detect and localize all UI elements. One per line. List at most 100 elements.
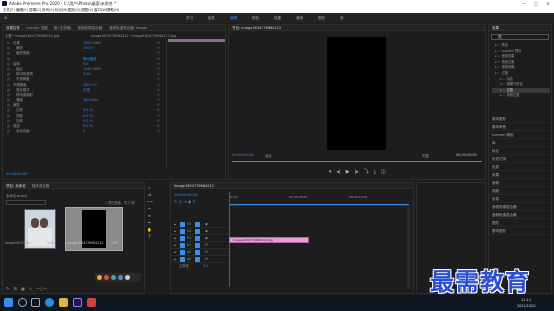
sync-lock-icon[interactable] xyxy=(195,243,200,248)
panel-item[interactable]: Lumetri 颜色 xyxy=(489,131,553,139)
panel-tab[interactable]: 媒体浏览器 xyxy=(29,183,53,188)
premiere-icon[interactable] xyxy=(73,298,82,307)
eye-icon[interactable]: ◉ xyxy=(205,221,208,228)
export-frame-icon[interactable]: ◫ xyxy=(381,169,386,175)
workspace-tab[interactable]: 组件 xyxy=(208,14,215,22)
lock-icon[interactable]: 🔒︎ xyxy=(174,235,176,242)
panel-tab[interactable]: 音频剪辑混合器: xyxy=(75,25,107,30)
lock-icon[interactable]: 🔒︎ xyxy=(174,242,176,249)
windows-start-icon[interactable] xyxy=(4,298,13,307)
timeline-tab[interactable]: Image1634776984212 xyxy=(171,183,217,188)
ec-timecode[interactable]: 00:00:00:00 xyxy=(6,172,27,176)
track-target[interactable] xyxy=(180,236,185,241)
track-target[interactable] xyxy=(180,243,185,248)
freeform-icon[interactable]: ◇ xyxy=(29,286,32,291)
step-back-icon[interactable]: ◂| xyxy=(337,169,341,175)
task-view-icon[interactable] xyxy=(31,298,40,307)
mute-icon[interactable]: M xyxy=(205,242,208,249)
panel-item[interactable]: 音频剪辑混合器 xyxy=(489,203,553,211)
panel-item[interactable]: 信息 xyxy=(489,195,553,203)
tray-icon-3[interactable] xyxy=(111,275,116,280)
resolution-select[interactable]: 完整 xyxy=(422,153,429,158)
panel-tab[interactable]: 节目: Image1634776984212 xyxy=(229,25,284,30)
master-track[interactable]: 主声道 0.0 xyxy=(171,263,229,270)
ripple-edit-icon[interactable]: ⟷ xyxy=(147,199,153,204)
hand-icon[interactable]: ✋ xyxy=(147,227,152,232)
list-view-icon[interactable]: ☰ xyxy=(13,286,17,291)
track-target[interactable] xyxy=(180,222,185,227)
minimize-button[interactable]: — xyxy=(519,0,529,7)
tray-icon-4[interactable] xyxy=(118,275,123,280)
lock-icon[interactable]: 🔒︎ xyxy=(174,256,176,263)
eye-icon[interactable]: ◉ xyxy=(205,228,208,235)
effects-search-input[interactable]: 视 xyxy=(491,34,549,40)
program-scrubber[interactable] xyxy=(232,161,482,162)
panel-item[interactable]: 基本图形 xyxy=(489,227,553,235)
type-icon[interactable]: T xyxy=(147,234,152,239)
panel-item[interactable]: 音频轨道混合器 xyxy=(489,211,553,219)
mute-icon[interactable]: M xyxy=(205,249,208,256)
play-icon[interactable]: ▶ xyxy=(346,169,350,175)
track-select-icon[interactable]: ⇉ xyxy=(147,192,152,197)
workspace-tab[interactable]: 颜色 xyxy=(252,14,259,22)
timeline-scrollbar[interactable] xyxy=(407,207,410,289)
track-header[interactable]: 🔒︎ A2 M xyxy=(171,249,229,256)
slip-icon[interactable]: ⇔ xyxy=(147,213,152,218)
program-timecode[interactable]: 00:00:00:00 xyxy=(232,153,253,157)
tray-icon-5[interactable] xyxy=(125,275,130,280)
pen-icon[interactable]: ✒ xyxy=(147,220,152,225)
reset-icon[interactable]: ↺ xyxy=(157,129,160,134)
panel-item[interactable]: 库 xyxy=(489,139,553,147)
lock-icon[interactable]: 🔒︎ xyxy=(174,228,176,235)
search-icon[interactable] xyxy=(18,298,27,307)
video-clip[interactable]: Image1634776984212.jpg xyxy=(229,237,309,243)
panel-tab[interactable]: 项目: 未命名 xyxy=(3,183,29,188)
close-button[interactable]: ✕ xyxy=(543,0,553,7)
panel-item[interactable]: 视频 xyxy=(489,187,553,195)
mute-icon[interactable]: M xyxy=(205,256,208,263)
lock-icon[interactable]: 🔒︎ xyxy=(174,249,176,256)
panel-tab[interactable]: 源:(无剪辑) xyxy=(51,25,75,30)
pencil-icon[interactable]: ✎ xyxy=(6,286,9,291)
tray-icon-1[interactable] xyxy=(97,275,102,280)
track-header[interactable]: 🔒︎ V3 ◉ xyxy=(171,221,229,228)
app-icon[interactable] xyxy=(87,298,96,307)
panel-tab[interactable]: 音频轨道混合器: Image xyxy=(106,25,150,30)
workspace-tab[interactable]: 图形 xyxy=(318,14,325,22)
property-value[interactable]: 0 xyxy=(83,129,85,134)
maximize-button[interactable]: □ xyxy=(531,0,541,7)
panel-tab[interactable]: 效果控件 xyxy=(3,25,23,30)
workspace-tab[interactable]: 效果 xyxy=(274,14,281,22)
panel-item[interactable]: 标记 xyxy=(489,147,553,155)
panel-item[interactable]: 基本图形 xyxy=(489,115,553,123)
panel-item[interactable]: 音频 xyxy=(489,179,553,187)
select-tool-icon[interactable]: ▸ xyxy=(147,185,152,190)
track-header[interactable]: 🔒︎ V1 ◉ xyxy=(171,235,229,242)
panel-item[interactable]: 效果 xyxy=(489,171,553,179)
lock-icon[interactable]: 🔒︎ xyxy=(174,221,176,228)
track-header[interactable]: 🔒︎ A1 M xyxy=(171,242,229,249)
sync-lock-icon[interactable] xyxy=(195,250,200,255)
sync-lock-icon[interactable] xyxy=(195,222,200,227)
step-forward-icon[interactable]: |▸ xyxy=(355,169,359,175)
track-target[interactable] xyxy=(180,257,185,262)
master-value[interactable]: 0.0 xyxy=(203,263,208,270)
property-stopwatch-icon[interactable]: ◷ xyxy=(7,129,11,134)
tree-item[interactable]: ▸▭ 视频过渡 xyxy=(492,93,550,99)
edge-icon[interactable] xyxy=(45,298,54,307)
sync-lock-icon[interactable] xyxy=(195,257,200,262)
tray-icon-2[interactable] xyxy=(104,275,109,280)
workspace-tab[interactable]: 音频 xyxy=(296,14,303,22)
workspace-tab[interactable]: 库 xyxy=(340,14,344,22)
panel-item[interactable]: 基本声音 xyxy=(489,123,553,131)
home-icon[interactable]: ⌂ xyxy=(4,15,7,21)
zoom-slider[interactable]: —○— xyxy=(36,286,48,291)
panel-item[interactable]: 信息 xyxy=(489,163,553,171)
timeline-timecode[interactable]: 00:00:00:00 xyxy=(174,192,197,197)
sync-lock-icon[interactable] xyxy=(195,229,200,234)
panel-item[interactable]: 图形 xyxy=(489,219,553,227)
property-row[interactable]: ◷ 羽化边缘 0 ↺ xyxy=(7,129,165,134)
track-header[interactable]: 🔒︎ A3 M xyxy=(171,256,229,263)
track-target[interactable] xyxy=(180,229,185,234)
track-header[interactable]: 🔒︎ V2 ◉ xyxy=(171,228,229,235)
